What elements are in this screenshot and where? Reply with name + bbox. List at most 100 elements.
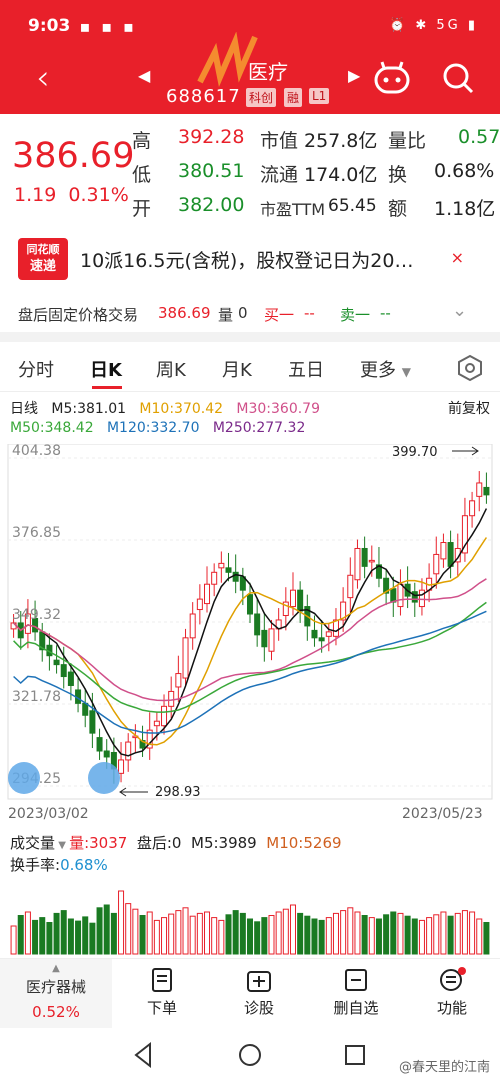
volume-bar <box>347 907 354 955</box>
annotation-high: 399.70 <box>392 445 438 460</box>
volume-bar <box>39 917 46 955</box>
prev-stock-icon[interactable]: ◀ <box>138 66 150 85</box>
amount-label: 额 <box>388 198 408 220</box>
candle <box>368 559 375 563</box>
back-icon[interactable]: ‹ <box>36 58 50 98</box>
expand-left-icon[interactable] <box>8 762 40 794</box>
volume-bar <box>10 925 17 955</box>
sector-button[interactable]: ▲ 医疗器械 0.52% <box>0 959 112 1029</box>
kline-tabs: 分时 日K 周K 月K 五日 更多 ▼ <box>0 342 500 392</box>
legend-m250: M250:277.32 <box>212 420 306 436</box>
volume-bar <box>469 911 476 955</box>
after-hours-vol-label: 量 <box>218 306 234 324</box>
chevron-down-icon[interactable]: ⌄ <box>452 300 467 321</box>
candle <box>82 702 89 716</box>
search-icon[interactable] <box>440 60 476 96</box>
volume-bars <box>10 890 490 955</box>
volume-bar <box>325 917 332 955</box>
function-button[interactable]: 功能 <box>412 967 492 1018</box>
tab-five-day[interactable]: 五日 <box>288 356 324 382</box>
volume-bar <box>189 915 196 955</box>
ma-legend-line1: 日线 M5:381.01 M10:370.42 M30:360.79 前复权 <box>10 398 490 418</box>
volume-bar <box>461 910 468 955</box>
volume-bar <box>204 911 211 955</box>
fullscreen-icon[interactable] <box>88 762 120 794</box>
high-arrow-icon <box>452 446 479 456</box>
tab-weekly-k[interactable]: 周K <box>156 356 186 382</box>
news-badge: 同花顺 速递 <box>18 238 68 280</box>
volratio-value: 0.57 <box>458 126 500 148</box>
candle <box>268 628 275 652</box>
robot-assistant-icon[interactable] <box>372 60 412 96</box>
volume-bar <box>218 919 225 955</box>
volume-bar <box>261 917 268 955</box>
volume-bar <box>60 910 67 955</box>
tab-more-label: 更多 <box>360 360 396 381</box>
candles-group <box>10 471 490 784</box>
candle <box>153 720 160 727</box>
tab-daily-k[interactable]: 日K <box>90 356 122 382</box>
volume-chart[interactable] <box>0 846 500 956</box>
volume-bar <box>182 907 189 955</box>
float-label: 流通 <box>260 164 299 186</box>
buy1-value: -- <box>304 304 315 322</box>
pe-value: 65.45 <box>328 196 377 216</box>
remove-watchlist-button[interactable]: 删自选 <box>316 967 396 1018</box>
volume-bar <box>139 915 146 955</box>
candle <box>204 583 211 605</box>
diagnose-button[interactable]: 诊股 <box>219 967 299 1018</box>
next-stock-icon[interactable]: ▶ <box>348 66 360 85</box>
volume-bar <box>418 919 425 955</box>
volume-bar <box>17 915 24 955</box>
sys-recent-icon[interactable] <box>345 1045 365 1065</box>
sys-back-icon[interactable] <box>134 1041 151 1069</box>
tab-more[interactable]: 更多 ▼ <box>360 356 411 382</box>
candle <box>311 629 318 639</box>
close-icon[interactable]: × <box>451 248 464 267</box>
y-tick-label: 349.32 <box>12 607 61 623</box>
mktcap-label: 市值 <box>260 130 299 152</box>
volume-bar <box>275 911 282 955</box>
sys-home-icon[interactable] <box>239 1044 261 1066</box>
volume-bar <box>476 918 483 955</box>
low-arrow-icon <box>119 787 148 797</box>
order-button[interactable]: 下单 <box>122 967 202 1018</box>
badge-bottom: 速递 <box>29 259 56 274</box>
notice-text[interactable]: 10派16.5元(含税)，股权登记日为20… <box>80 246 440 273</box>
candle <box>67 671 74 686</box>
diagnose-icon <box>247 971 271 992</box>
change-value: 1.19 <box>14 184 57 206</box>
tab-intraday[interactable]: 分时 <box>18 356 54 382</box>
status-right-icons: ⏰ ✱ 5G ▮ <box>389 18 478 33</box>
sector-pct: 0.52% <box>32 1003 80 1021</box>
change-percent: 0.31% <box>68 184 129 206</box>
settings-icon[interactable] <box>456 354 484 382</box>
tab-monthly-k[interactable]: 月K <box>222 356 252 382</box>
candle <box>440 542 447 560</box>
kline-chart[interactable]: 404.38376.85349.32321.78294.25 399.70 29… <box>0 444 500 824</box>
turnover-label: 换 <box>388 164 408 186</box>
volume-bar <box>75 920 82 955</box>
dropdown-icon: ▼ <box>401 365 411 379</box>
notice-bar[interactable]: 同花顺 速递 10派16.5元(含税)，股权登记日为20… × <box>0 232 500 288</box>
volume-bar <box>125 903 132 955</box>
volume-bar <box>239 912 246 955</box>
volume-bar <box>311 918 318 955</box>
after-hours-row[interactable]: 盘后固定价格交易 386.69 量 0 买一 -- 卖一 -- ⌄ <box>0 296 500 330</box>
candle <box>411 591 418 603</box>
volume-bar <box>146 911 153 955</box>
volume-bar <box>440 911 447 955</box>
candle <box>390 588 397 603</box>
candle <box>182 637 189 679</box>
sell1-value: -- <box>380 304 391 322</box>
candle <box>297 589 304 612</box>
open-label: 开 <box>132 198 152 220</box>
amount-value: 1.18亿 <box>434 198 496 220</box>
adjust-mode[interactable]: 前复权 <box>448 398 490 418</box>
order-icon <box>152 968 172 992</box>
order-label: 下单 <box>146 999 177 1017</box>
pe-label: 市盈TTM <box>260 200 326 219</box>
volume-bar <box>318 919 325 955</box>
volume-bar <box>268 915 275 955</box>
volume-bar <box>232 910 239 955</box>
